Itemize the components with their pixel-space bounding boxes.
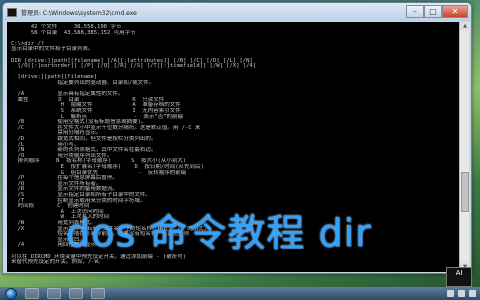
minimize-button[interactable]: –	[406, 5, 424, 18]
volume-icon[interactable]	[458, 290, 465, 297]
watermark-logo: AI	[446, 267, 472, 287]
scroll-thumb[interactable]	[461, 172, 469, 212]
vertical-scrollbar[interactable]: ▲ ▼	[459, 22, 470, 272]
scroll-up-icon[interactable]: ▲	[460, 22, 470, 31]
video-title-overlay: dos 命令教程 dir	[66, 211, 372, 255]
network-icon[interactable]	[447, 290, 454, 297]
maximize-button[interactable]: □	[424, 5, 442, 18]
taskbar-item-media[interactable]	[69, 288, 83, 299]
title-bar[interactable]: 管理员: C:\Windows\system32\cmd.exe – □ ✕	[3, 3, 471, 21]
system-tray	[443, 290, 476, 297]
clock-icon[interactable]	[469, 290, 476, 297]
close-button[interactable]: ✕	[442, 5, 468, 18]
taskbar-item-cmd[interactable]	[91, 288, 105, 299]
start-button[interactable]	[5, 287, 17, 300]
taskbar-item-explorer[interactable]	[25, 288, 39, 299]
console-line: 来替代预先设定的开关。例如，/-W。	[11, 259, 104, 266]
window-title: 管理员: C:\Windows\system32\cmd.exe	[21, 9, 137, 17]
cmd-icon	[7, 7, 17, 17]
taskbar	[0, 287, 480, 300]
taskbar-item-browser[interactable]	[47, 288, 61, 299]
